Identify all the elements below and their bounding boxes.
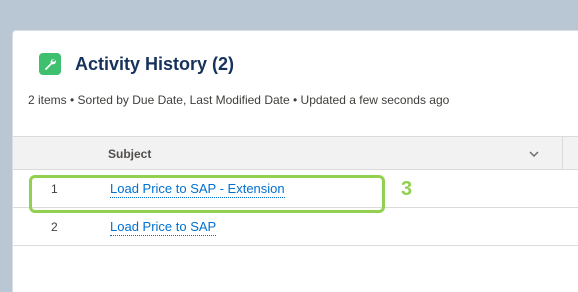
table-header: Subject — [13, 136, 578, 170]
annotation-number: 3 — [401, 178, 413, 200]
card-meta-info: 2 items • Sorted by Due Date, Last Modif… — [28, 93, 450, 107]
card-title[interactable]: Activity History (2) — [75, 53, 234, 75]
chevron-down-icon[interactable] — [528, 148, 540, 160]
column-divider — [562, 137, 563, 170]
annotation-highlight-box — [29, 175, 385, 213]
column-header-subject[interactable]: Subject — [108, 147, 151, 161]
page-background-strip — [0, 0, 578, 8]
activity-history-card: Activity History (2) 2 items • Sorted by… — [12, 30, 578, 292]
table-row: 2 Load Price to SAP — [13, 208, 578, 246]
row-number: 2 — [51, 220, 58, 234]
wrench-icon — [39, 53, 61, 75]
subject-link[interactable]: Load Price to SAP — [110, 219, 217, 236]
